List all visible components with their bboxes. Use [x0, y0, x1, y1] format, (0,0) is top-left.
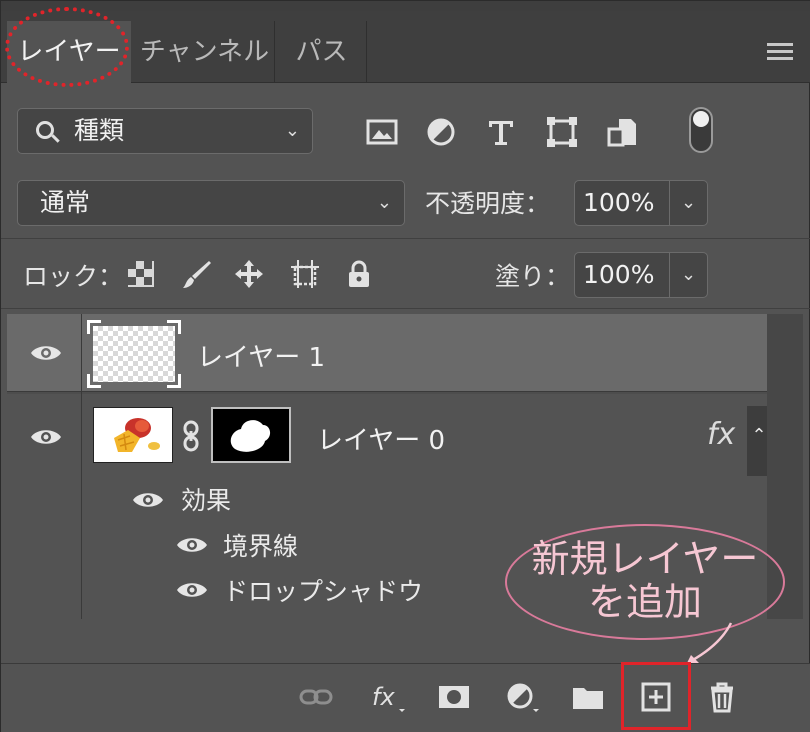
image-filter-icon[interactable]	[365, 115, 399, 149]
lock-label: ロック：	[23, 262, 124, 291]
blend-mode-dropdown[interactable]: 通常 ⌄	[17, 180, 405, 226]
lock-image-pixels-icon[interactable]	[181, 258, 213, 290]
divider	[1, 238, 810, 239]
layer-row[interactable]: レイヤー 1	[7, 314, 767, 392]
type-filter-icon[interactable]	[484, 115, 518, 149]
adjustment-layer-icon[interactable]	[505, 681, 539, 713]
tab-paths[interactable]: パス	[277, 21, 367, 83]
search-icon	[36, 121, 54, 139]
smart-object-filter-icon[interactable]	[605, 115, 639, 149]
effect-item-stroke[interactable]: 境界線	[223, 527, 298, 563]
tab-channels[interactable]: チャンネル	[135, 21, 275, 83]
opacity-value[interactable]: 100%	[583, 181, 654, 225]
layer-fx-indicator[interactable]: fx	[707, 417, 735, 452]
annotation-text-line2: を追加	[587, 580, 702, 624]
eye-visibility-icon[interactable]	[175, 580, 209, 600]
annotation-highlight-box	[621, 662, 691, 730]
shape-filter-icon[interactable]	[545, 115, 579, 149]
layers-panel: レイヤー チャンネル パス 種類 ⌄ 通常 ⌄ 不透明度： 100% ⌄ ロック…	[0, 0, 810, 732]
effect-item-drop-shadow[interactable]: ドロップシャドウ	[223, 572, 423, 608]
chevron-down-icon: ⌄	[284, 120, 300, 141]
annotation-text-line1: 新規レイヤー	[531, 537, 759, 581]
blend-mode-value: 通常	[40, 188, 91, 217]
lock-artboard-icon[interactable]	[289, 258, 321, 290]
tab-bar: レイヤー チャンネル パス	[1, 11, 810, 83]
lock-all-icon[interactable]	[343, 258, 375, 290]
layer-name[interactable]: レイヤー 1	[197, 337, 325, 374]
fill-field[interactable]: 100% ⌄	[574, 252, 708, 298]
link-layers-icon[interactable]	[299, 681, 333, 713]
eye-visibility-icon[interactable]	[29, 343, 63, 363]
fill-value[interactable]: 100%	[583, 253, 654, 297]
add-mask-icon[interactable]	[437, 681, 471, 713]
thumbnail-selection-corner	[87, 374, 101, 388]
chevron-down-icon[interactable]: ⌄	[669, 181, 707, 225]
lock-transparent-pixels-icon[interactable]	[125, 258, 157, 290]
effects-label: 効果	[181, 486, 232, 515]
divider	[1, 308, 810, 309]
group-folder-icon[interactable]	[571, 681, 605, 713]
lock-position-icon[interactable]	[233, 258, 265, 290]
thumbnail-selection-corner	[167, 320, 181, 334]
layer-name[interactable]: レイヤー 0	[317, 420, 445, 457]
filter-kind-dropdown[interactable]: 種類 ⌄	[17, 108, 313, 154]
divider	[81, 314, 82, 619]
layer-thumbnail-transparent[interactable]	[93, 326, 175, 382]
trash-icon[interactable]	[705, 681, 739, 713]
mask-link-chain-icon[interactable]	[179, 420, 203, 452]
annotation-callout: 新規レイヤー を追加	[505, 524, 785, 640]
eye-visibility-icon[interactable]	[175, 535, 209, 555]
panel-top-strip	[1, 1, 810, 11]
fx-icon[interactable]: fx	[371, 681, 405, 713]
opacity-label: 不透明度：	[425, 189, 551, 218]
filter-toggle-switch[interactable]	[689, 107, 713, 153]
thumbnail-selection-corner	[87, 320, 101, 334]
fill-label: 塗り：	[495, 262, 571, 291]
eye-visibility-icon[interactable]	[131, 490, 165, 510]
tab-layers[interactable]: レイヤー	[7, 21, 131, 83]
opacity-field[interactable]: 100% ⌄	[574, 180, 708, 226]
thumbnail-selection-corner	[167, 374, 181, 388]
filter-kind-value: 種類	[74, 116, 125, 145]
chevron-down-icon: ⌄	[376, 192, 392, 213]
adjustment-filter-icon[interactable]	[424, 115, 458, 149]
eye-visibility-icon[interactable]	[29, 427, 63, 447]
chevron-down-icon[interactable]: ⌄	[669, 253, 707, 297]
mango-image-icon	[114, 418, 160, 452]
layer-thumbnail-image[interactable]	[93, 407, 173, 463]
layer-mask-thumbnail[interactable]	[211, 407, 291, 463]
panel-menu-icon[interactable]	[767, 43, 793, 63]
mask-shape-icon	[230, 420, 271, 452]
svg-text:fx: fx	[372, 683, 395, 711]
